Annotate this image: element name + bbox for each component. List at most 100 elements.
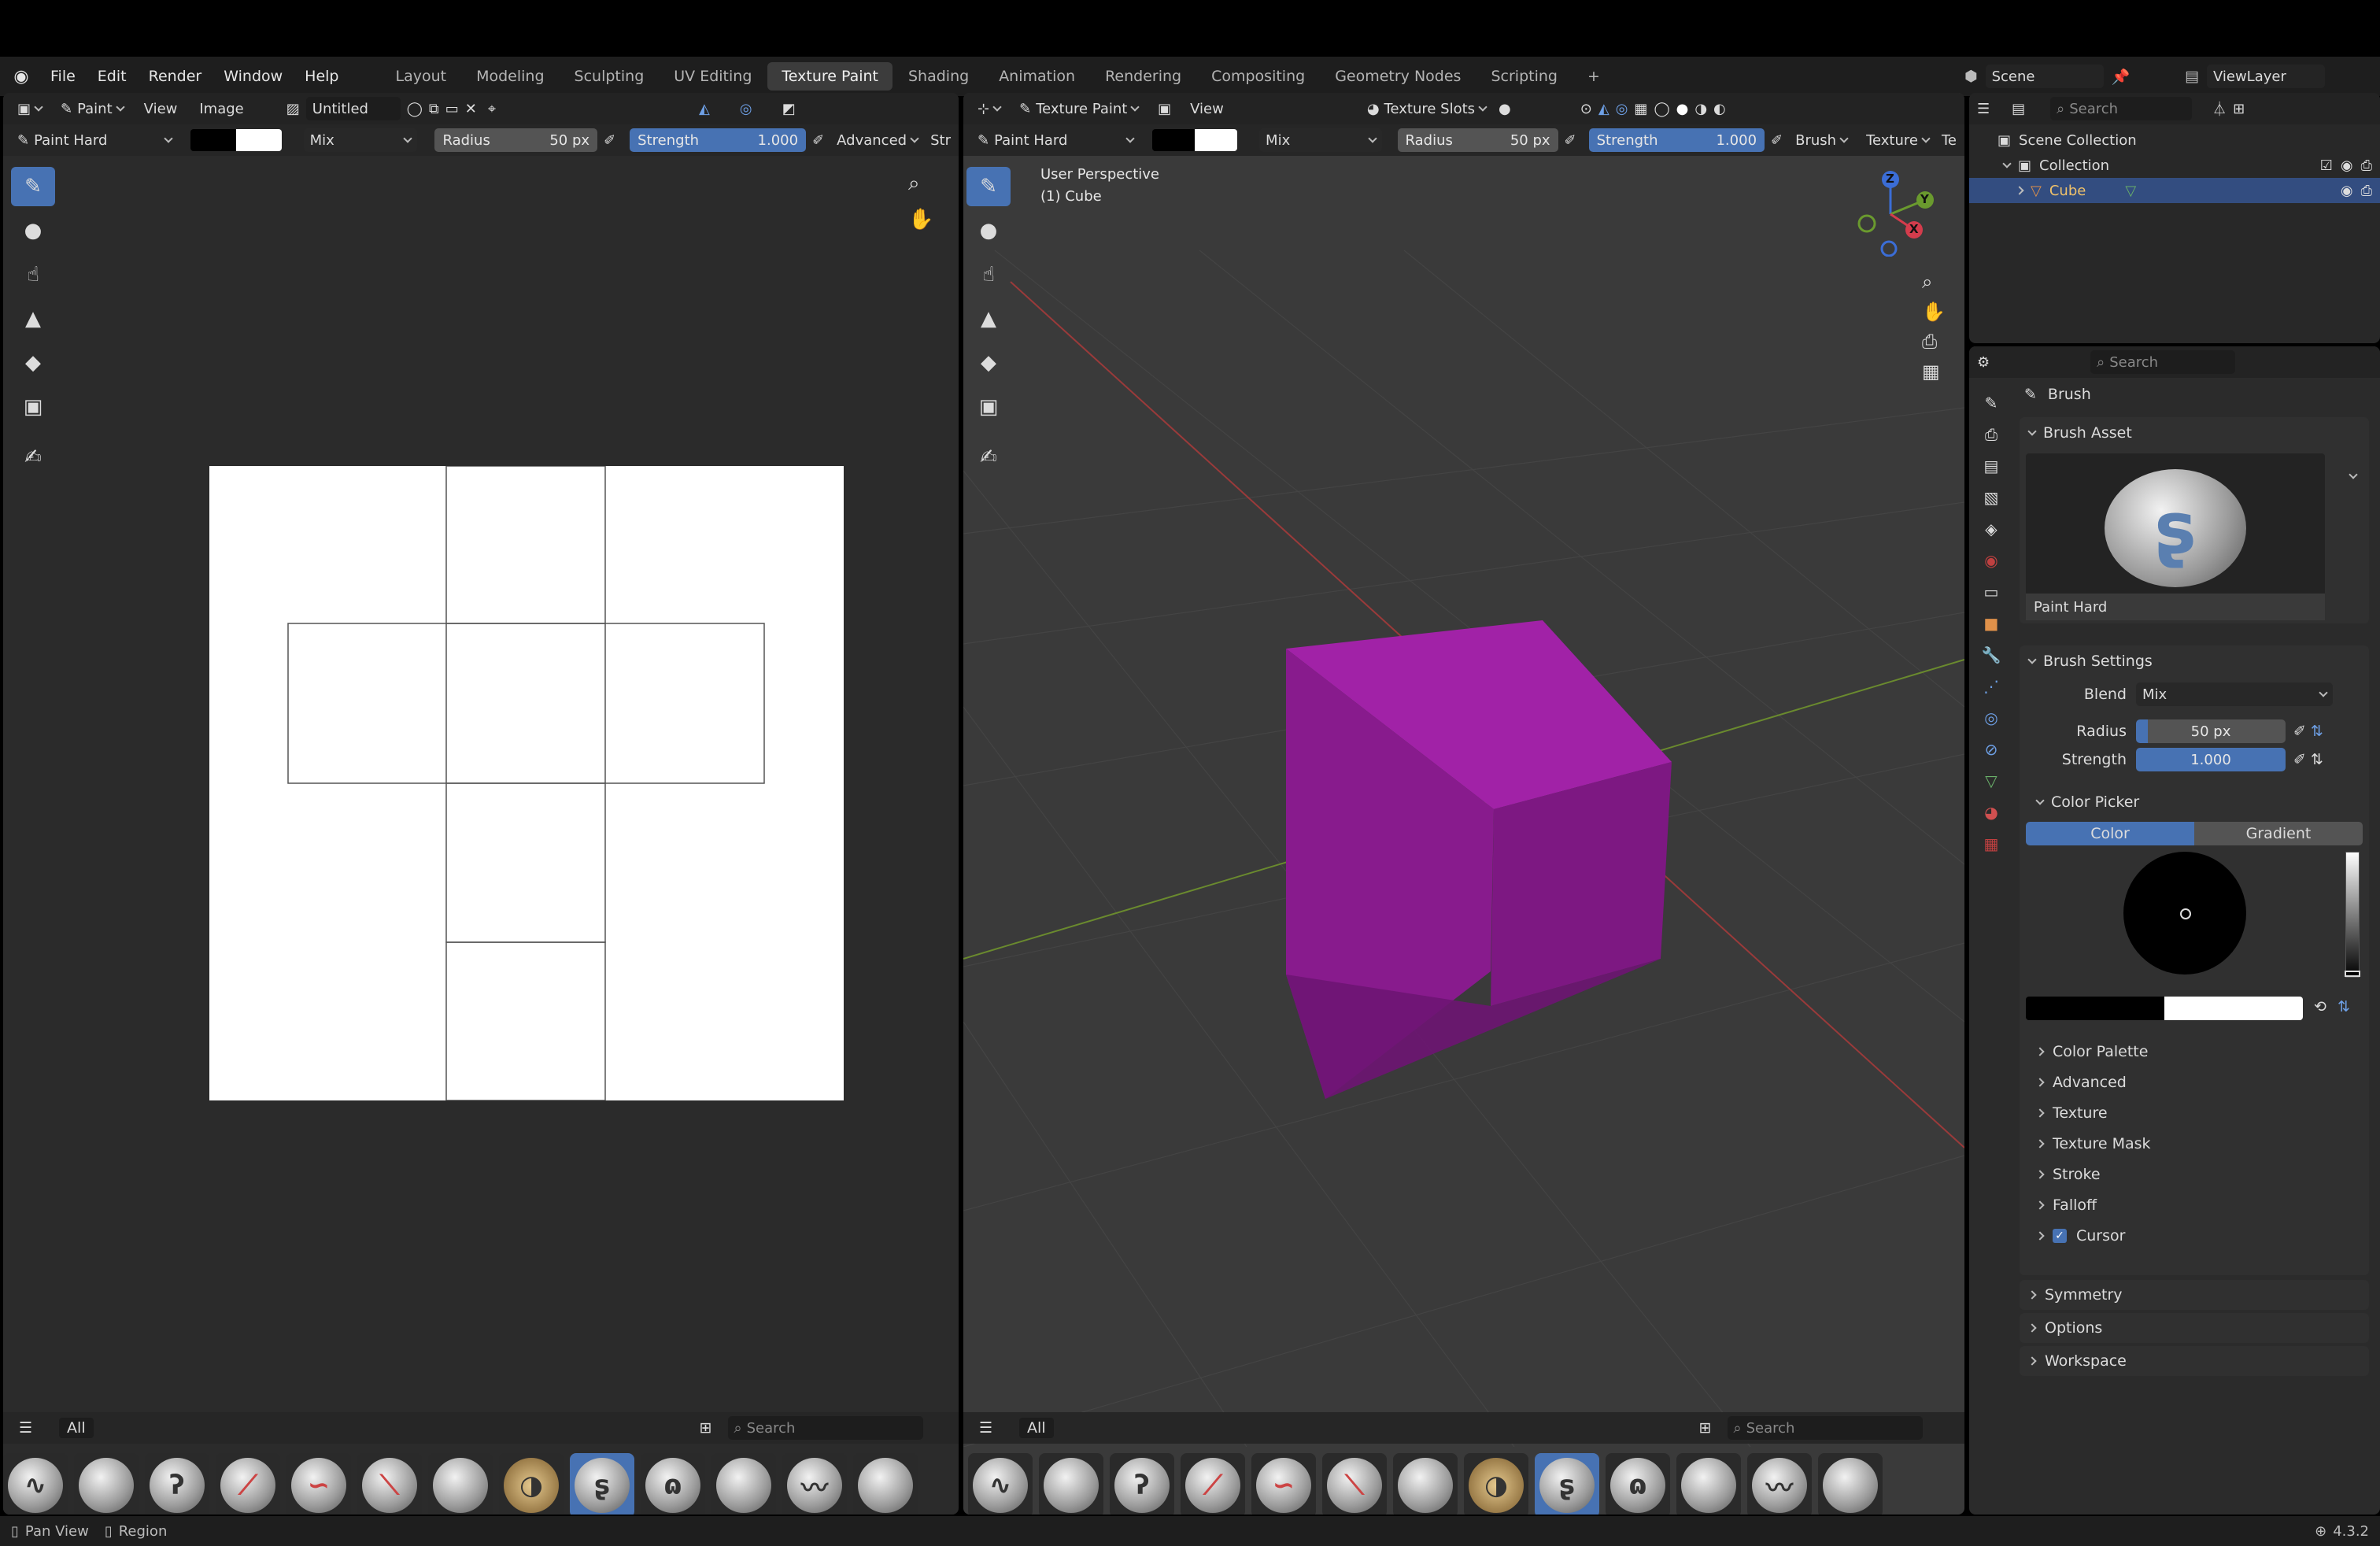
pressure-icon[interactable]: ✐ xyxy=(812,132,824,149)
subpanel-advanced[interactable]: Advanced xyxy=(2035,1067,2367,1097)
value-slider[interactable] xyxy=(2345,852,2360,978)
texture-slots-dropdown[interactable]: ◕ Texture Slots xyxy=(1361,97,1492,120)
editor-type-dropdown[interactable]: ▣ xyxy=(11,97,48,120)
brush-thumb[interactable] xyxy=(1039,1453,1103,1515)
viewlayer-selector[interactable]: ViewLayer xyxy=(2206,65,2325,88)
mask-toggle-icon[interactable]: ▣ xyxy=(1158,101,1171,117)
tree-row-scene-collection[interactable]: ▣ Scene Collection xyxy=(1969,128,2380,153)
soften-tool[interactable]: ● xyxy=(966,211,1011,250)
color-wheel-cursor[interactable] xyxy=(2180,908,2191,919)
tab-animation[interactable]: Animation xyxy=(985,62,1089,91)
outliner-search-field[interactable]: ⌕ Search xyxy=(2050,97,2193,120)
panel-workspace[interactable]: Workspace xyxy=(2020,1346,2369,1376)
editor-type-icon[interactable]: ☰ xyxy=(1977,101,1990,117)
tool-tab-icon[interactable]: ✎ xyxy=(1985,394,1998,412)
brush-asset-preview[interactable]: ʂ Paint Hard xyxy=(2026,453,2325,620)
scene-icon[interactable]: ⬢ xyxy=(1964,68,1978,85)
unified-icon[interactable]: ⇅ xyxy=(2311,723,2323,740)
new-collection-icon[interactable]: ⊞ xyxy=(2233,101,2245,117)
display-mode-icon[interactable]: ▤ xyxy=(2012,101,2025,117)
smear-tool[interactable]: ☝ xyxy=(966,255,1011,294)
tab-gradient[interactable]: Gradient xyxy=(2194,822,2363,845)
menu-image[interactable]: Image xyxy=(191,101,251,117)
particles-tab-icon[interactable]: ⋰ xyxy=(1983,677,1999,696)
tab-compositing[interactable]: Compositing xyxy=(1197,62,1319,91)
camera-icon[interactable]: ⎙ xyxy=(2361,183,2372,199)
mask-tool[interactable]: ▣ xyxy=(966,387,1011,427)
eye-icon[interactable]: ◉ xyxy=(2341,157,2353,174)
grid-ortho-icon[interactable]: ▦ xyxy=(1922,361,1946,383)
brush-thumb[interactable]: ◑ xyxy=(1464,1453,1528,1515)
shading-material-icon[interactable]: ◑ xyxy=(1694,101,1707,117)
brush-thumb[interactable]: ∿ xyxy=(3,1453,68,1515)
fill-tool[interactable]: ◆ xyxy=(11,343,55,383)
menu-edit[interactable]: Edit xyxy=(87,61,138,92)
editor-type-icon[interactable]: ⚙ xyxy=(1977,354,1990,371)
texture-tab-icon[interactable]: ▦ xyxy=(1984,834,1999,853)
strength-field[interactable]: Strength 1.000 xyxy=(630,128,807,152)
overlay-icon[interactable]: ◎ xyxy=(740,101,752,117)
cube-mesh[interactable] xyxy=(1286,620,1672,1099)
close-icon[interactable]: ✕ xyxy=(465,101,477,117)
annotate-tool[interactable]: ✍ xyxy=(11,438,55,477)
brush-thumb[interactable]: ∿ xyxy=(968,1453,1033,1515)
tree-row-cube[interactable]: ▽ Cube ▽ ◉ ⎙ xyxy=(1969,178,2380,203)
navigation-gizmo[interactable]: Z Y X xyxy=(1853,170,1939,257)
subpanel-texture-mask[interactable]: Texture Mask xyxy=(2035,1128,2367,1159)
camera-icon[interactable]: ⎙ xyxy=(2361,157,2372,174)
asset-dropdown-icon[interactable] xyxy=(2349,464,2358,482)
color-wheel[interactable] xyxy=(2123,852,2246,975)
tab-layout[interactable]: Layout xyxy=(382,62,461,91)
brush-thumb[interactable] xyxy=(1818,1453,1883,1515)
properties-search-field[interactable]: ⌕ Search xyxy=(2090,350,2236,374)
stroke-menu[interactable]: Str xyxy=(930,132,951,149)
secondary-color-swatch[interactable] xyxy=(1194,129,1238,151)
collection-tab-icon[interactable]: ▭ xyxy=(1984,583,1999,601)
uv-sync-icon[interactable]: ◭ xyxy=(699,101,710,117)
advanced-dropdown[interactable]: Advanced xyxy=(830,128,924,152)
image-canvas[interactable] xyxy=(209,466,844,1100)
properties-area[interactable]: ⚙ ⌕ Search ✎ ⎙ ▤ ▧ ◈ ◉ ▭ ■ 🔧 ⋰ ◎ ⊘ ▽ ◕ ▦ … xyxy=(1969,346,2380,1515)
image-browse-icon[interactable]: ▨ xyxy=(286,101,300,117)
brush-menu[interactable]: Brush xyxy=(1789,128,1853,152)
image-editor-area[interactable]: ▣ ✎ Paint View Image ▨ Untitled ◯ ⧉ ▭ ✕ ⌖… xyxy=(3,93,959,1515)
mask-tool[interactable]: ▣ xyxy=(11,387,55,427)
physics-tab-icon[interactable]: ◎ xyxy=(1984,708,1998,727)
blend-dropdown[interactable]: Mix xyxy=(303,128,418,152)
secondary-color-swatch[interactable] xyxy=(235,129,282,151)
subpanel-texture[interactable]: Texture xyxy=(2035,1097,2367,1128)
shading-solid-icon[interactable]: ● xyxy=(1676,101,1689,117)
panel-options[interactable]: Options xyxy=(2020,1313,2369,1343)
zoom-icon[interactable]: ⌕ xyxy=(908,172,920,196)
display-channels-icon[interactable]: ◩ xyxy=(782,101,796,117)
zoom-icon[interactable]: ⌕ xyxy=(1922,271,1946,293)
pressure-icon[interactable]: ✐ xyxy=(1771,132,1783,149)
mode-dropdown[interactable]: ✎ Paint xyxy=(54,97,130,120)
filter-icon[interactable]: ⏃ xyxy=(2212,98,2227,119)
menu-file[interactable]: File xyxy=(39,61,87,92)
shelf-catalog-all[interactable]: All xyxy=(59,1418,94,1438)
data-tab-icon[interactable]: ▽ xyxy=(1985,771,1997,790)
pressure-icon[interactable]: ✐ xyxy=(2293,723,2306,740)
open-folder-icon[interactable]: ▭ xyxy=(445,101,459,117)
truncated-menu[interactable]: Te xyxy=(1942,132,1957,149)
shelf-menu-icon[interactable]: ☰ xyxy=(19,1419,32,1437)
menu-render[interactable]: Render xyxy=(138,61,213,92)
add-workspace-button[interactable]: + xyxy=(1573,62,1614,91)
menu-help[interactable]: Help xyxy=(294,61,349,92)
shelf-display-icon[interactable]: ⊞ xyxy=(1699,1419,1712,1437)
brush-thumb[interactable]: ◑ xyxy=(499,1453,564,1515)
editor-type-dropdown[interactable]: ⊹ xyxy=(971,97,1007,120)
gizmo-toggle-icon[interactable]: ◭ xyxy=(1598,101,1609,117)
shelf-search-field[interactable]: ⌕ Search xyxy=(1727,1416,1923,1440)
fill-tool[interactable]: ◆ xyxy=(966,343,1011,383)
xray-icon[interactable]: ▦ xyxy=(1634,101,1647,117)
world-tab-icon[interactable]: ◉ xyxy=(1984,551,1998,570)
strength-field[interactable]: Strength 1.000 xyxy=(1588,128,1765,152)
brush-thumb[interactable]: ɷ xyxy=(1606,1453,1670,1515)
swap-colors-icon[interactable]: ⟲ xyxy=(2314,998,2326,1015)
blender-logo-icon[interactable]: ◉ xyxy=(8,67,35,87)
image-name-field[interactable]: Untitled xyxy=(305,97,401,120)
view-layer-tab-icon[interactable]: ▧ xyxy=(1984,488,1999,507)
brush-thumb[interactable] xyxy=(1393,1453,1458,1515)
